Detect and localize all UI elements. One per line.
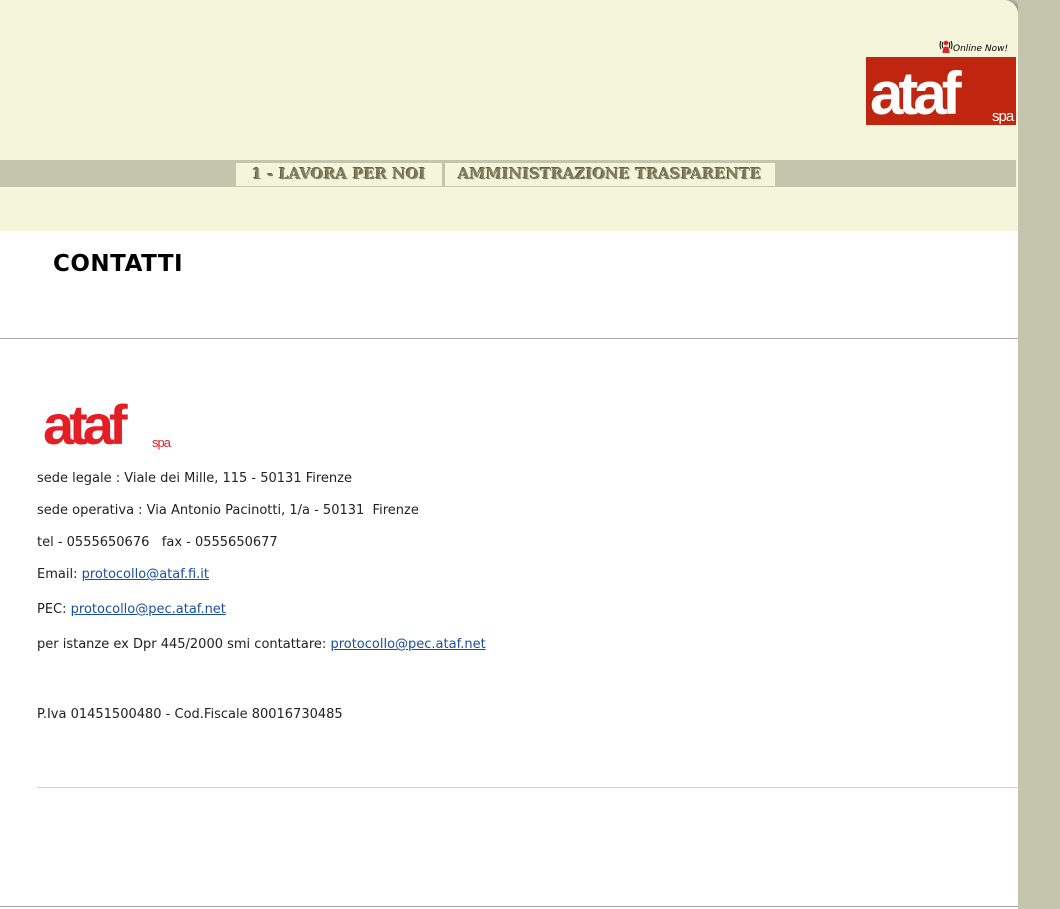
email-link[interactable]: protocollo@ataf.fi.it <box>82 567 209 582</box>
pec-line: PEC: protocollo@pec.ataf.net <box>37 602 226 617</box>
main-nav: 1 - LAVORA PER NOI AMMINISTRAZIONE TRASP… <box>0 160 1016 187</box>
title-divider <box>0 338 1018 339</box>
nav-item-lavora-per-noi[interactable]: 1 - LAVORA PER NOI <box>236 163 442 186</box>
istanze-line: per istanze ex Dpr 445/2000 smi contatta… <box>37 637 486 652</box>
site-header: Online Now! ataf spa 1 - LAVORA PER NOI … <box>0 0 1018 231</box>
nav-item-amministrazione-trasparente[interactable]: AMMINISTRAZIONE TRASPARENTE <box>445 163 775 186</box>
online-now-badge[interactable]: Online Now! <box>938 38 1008 54</box>
istanze-label: per istanze ex Dpr 445/2000 smi contatta… <box>37 637 331 652</box>
header-logo[interactable]: ataf spa <box>866 57 1016 125</box>
pec-link[interactable]: protocollo@pec.ataf.net <box>71 602 226 617</box>
content-logo-text: ataf <box>43 393 128 452</box>
page-title: CONTATTI <box>53 251 184 277</box>
content-divider <box>37 787 1018 788</box>
online-now-label: Online Now! <box>953 44 1009 54</box>
sede-legale: sede legale : Viale dei Mille, 115 - 501… <box>37 471 352 486</box>
header-logo-suffix: spa <box>992 108 1015 125</box>
phone-fax: tel - 0555650676 fax - 0555650677 <box>37 535 278 550</box>
content-logo-suffix: spa <box>152 435 172 450</box>
page: Online Now! ataf spa 1 - LAVORA PER NOI … <box>0 0 1018 909</box>
header-logo-text: ataf <box>870 60 963 125</box>
istanze-link[interactable]: protocollo@pec.ataf.net <box>330 637 485 652</box>
email-label: Email: <box>37 567 82 582</box>
online-person-icon <box>939 40 953 53</box>
fiscal-info: P.Iva 01451500480 - Cod.Fiscale 80016730… <box>37 707 343 722</box>
email-line: Email: protocollo@ataf.fi.it <box>37 567 209 582</box>
footer-divider <box>0 906 1018 907</box>
pec-label: PEC: <box>37 602 71 617</box>
page-side-background <box>1018 0 1060 909</box>
content-logo: ataf spa <box>43 393 173 452</box>
sede-operativa: sede operativa : Via Antonio Pacinotti, … <box>37 503 419 518</box>
